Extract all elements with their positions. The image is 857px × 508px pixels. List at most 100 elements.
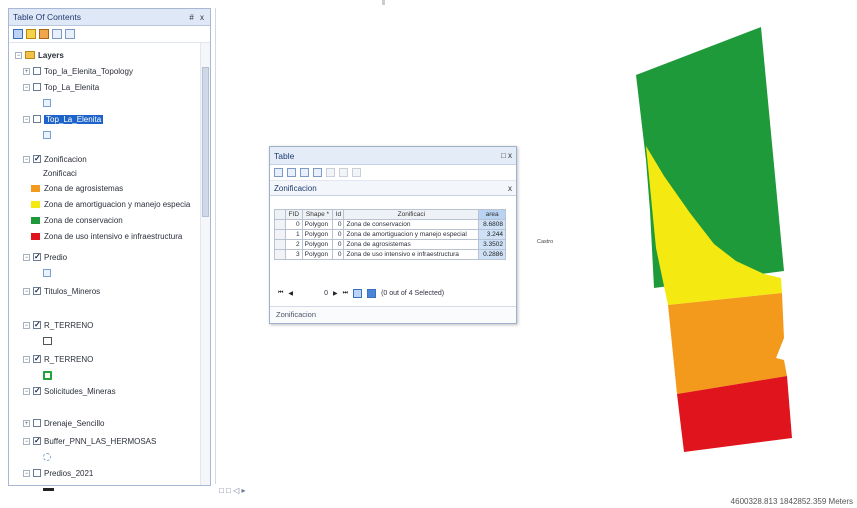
table-title-bar[interactable]: Table □ x [270,147,516,165]
layer-item[interactable]: − ✓ Zonificacion [23,153,87,165]
table-row[interactable]: 1 Polygon 0 Zona de amortiguacion y mane… [274,229,506,240]
table-row[interactable]: 0 Polygon 0 Zona de conservacion 8.6808 [274,219,506,230]
layer-item[interactable]: − ✓ Solicitudes_Mineras [23,385,116,397]
layer-visibility-checkbox[interactable]: ✓ [33,387,41,395]
collapse-icon[interactable]: − [23,437,30,445]
last-record-icon[interactable]: ⏭ [343,290,348,297]
first-record-icon[interactable]: ⏮ [278,290,283,297]
table-row[interactable]: 3 Polygon 0 Zona de uso intensivo e infr… [274,249,506,260]
table-cell[interactable]: 8.6808 [478,219,506,230]
zoom-to-selected-icon[interactable] [339,168,348,177]
collapse-icon[interactable]: − [15,51,22,59]
table-window-controls[interactable]: □ x [501,151,512,160]
show-all-records-icon[interactable] [353,289,363,298]
layer-item[interactable]: − ✓ R_TERRENO [23,319,93,331]
table-row[interactable]: 2 Polygon 0 Zona de agrosistemas 3.3502 [274,239,506,250]
list-by-visibility-icon[interactable] [39,29,49,39]
column-header[interactable]: Id [332,209,345,220]
previous-record-icon[interactable]: ◀ [288,290,293,297]
list-by-selection-icon[interactable] [52,29,62,39]
table-cell[interactable]: 0 [332,229,345,240]
layer-visibility-checkbox[interactable]: ✓ [33,253,41,261]
row-selector-header[interactable] [274,209,286,220]
table-cell[interactable]: Polygon [301,239,334,250]
table-cell[interactable]: 0.2886 [478,249,506,260]
table-cell[interactable]: Polygon [301,249,334,260]
toc-pin-close-buttons[interactable]: # x [189,13,206,22]
layer-item-selected[interactable]: − Top_La_Elenita [23,113,104,125]
layer-item[interactable]: − ✓ R_TERRENO [23,353,93,365]
layer-visibility-checkbox[interactable]: ✓ [33,437,41,445]
table-cell[interactable]: Polygon [301,229,334,240]
toc-options-icon[interactable] [65,29,75,39]
row-selector[interactable] [274,219,286,230]
table-cell[interactable]: Zona de amortiguacion y manejo especial [343,229,480,240]
toc-scrollbar-thumb[interactable] [202,67,209,217]
table-cell[interactable]: 0 [285,219,303,230]
table-cell[interactable]: Zona de conservacion [343,219,480,230]
table-cell[interactable]: 1 [285,229,303,240]
layer-item[interactable]: − ✓ Predio [23,251,67,263]
table-cell[interactable]: 3.244 [478,229,506,240]
switch-selection-icon[interactable] [313,168,322,177]
row-selector[interactable] [274,249,286,260]
layer-visibility-checkbox[interactable]: ✓ [33,287,41,295]
clear-selection-icon[interactable] [326,168,335,177]
layer-visibility-checkbox[interactable] [33,83,41,91]
collapse-icon[interactable]: − [23,115,30,123]
close-table-tab-icon[interactable]: x [508,184,512,193]
layer-item[interactable]: + Drenaje_Sencillo [23,417,104,429]
table-cell[interactable]: 0 [332,249,345,260]
table-options-icon[interactable] [274,168,283,177]
collapse-icon[interactable]: − [23,287,30,295]
table-cell[interactable]: Zona de uso intensivo e infraestructura [343,249,480,260]
row-selector[interactable] [274,229,286,240]
table-cell[interactable]: Zona de agrosistemas [343,239,480,250]
expand-icon[interactable]: + [23,419,30,427]
attribute-grid[interactable]: FID Shape * Id Zonificaci area 0 Polygon… [274,209,506,260]
layer-visibility-checkbox[interactable]: ✓ [33,355,41,363]
layer-visibility-checkbox[interactable] [33,115,41,123]
table-cell[interactable]: 0 [332,239,345,250]
layer-visibility-checkbox[interactable]: ✓ [33,155,41,163]
next-record-icon[interactable]: ▶ [333,290,338,297]
column-header[interactable]: area [478,209,506,220]
table-cell[interactable]: 3.3502 [478,239,506,250]
layer-item[interactable]: − ✓ Titulos_Mineros [23,285,100,297]
delete-selected-icon[interactable] [352,168,361,177]
column-header[interactable]: Shape * [301,209,334,220]
layout-view-toggle[interactable]: □ □ ◁ ▸ [219,486,246,495]
collapse-icon[interactable]: − [23,469,30,477]
toc-scrollbar[interactable] [200,43,210,485]
layer-visibility-checkbox[interactable] [33,67,41,75]
table-cell[interactable]: Polygon [301,219,334,230]
layers-root[interactable]: − Layers [15,49,64,61]
collapse-icon[interactable]: − [23,155,30,163]
list-by-drawing-order-icon[interactable] [13,29,23,39]
collapse-icon[interactable]: − [23,355,30,363]
select-by-attributes-icon[interactable] [300,168,309,177]
layer-item[interactable]: − ✓ Buffer_PNN_LAS_HERMOSAS [23,435,156,447]
layer-item[interactable]: − Top_La_Elenita [23,81,99,93]
current-record-field[interactable]: 0 [298,290,328,297]
collapse-icon[interactable]: − [23,321,30,329]
expand-icon[interactable]: + [23,67,30,75]
list-by-source-icon[interactable] [26,29,36,39]
layer-item[interactable]: − Predios_2021 [23,467,93,479]
column-header[interactable]: Zonificaci [343,209,480,220]
column-header[interactable]: FID [285,209,303,220]
table-footer-tab[interactable]: Zonificacion [270,306,516,323]
row-selector[interactable] [274,239,286,250]
related-tables-icon[interactable] [287,168,296,177]
collapse-icon[interactable]: − [23,253,30,261]
layer-visibility-checkbox[interactable] [33,469,41,477]
layer-visibility-checkbox[interactable]: ✓ [33,321,41,329]
table-cell[interactable]: 0 [332,219,345,230]
table-cell[interactable]: 2 [285,239,303,250]
layer-item[interactable]: + Top_la_Elenita_Topology [23,65,133,77]
attribute-table-window[interactable]: Table □ x Zonificacion x FID Shape * Id … [269,146,517,324]
show-selected-records-icon[interactable] [367,289,377,298]
collapse-icon[interactable]: − [23,83,30,91]
table-cell[interactable]: 3 [285,249,303,260]
layer-visibility-checkbox[interactable] [33,419,41,427]
